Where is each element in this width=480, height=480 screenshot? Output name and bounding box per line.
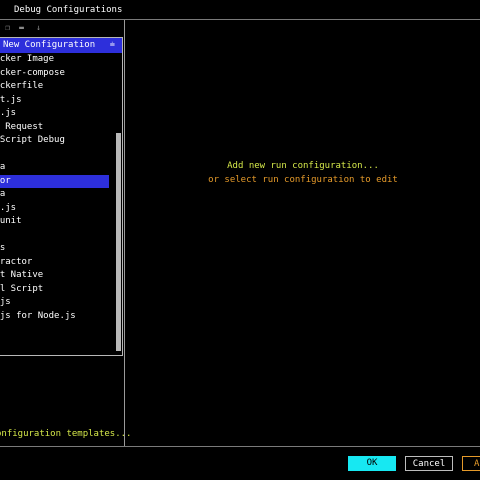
- configuration-type-label: TP Request: [0, 121, 44, 132]
- configuration-type-label: teor: [0, 175, 11, 186]
- popup-header[interactable]: New Configuration ⩧: [0, 38, 122, 53]
- add-configuration-hint[interactable]: Add new run configuration...: [126, 161, 480, 171]
- list-scrollbar[interactable]: [114, 53, 122, 355]
- select-configuration-hint: or select run configuration to edit: [208, 175, 398, 185]
- configuration-type-label: Dockerfile: [0, 81, 44, 91]
- popup-header-label: New Configuration: [3, 40, 96, 50]
- apply-button[interactable]: A: [462, 456, 480, 471]
- configuration-type-label: otractor: [0, 256, 33, 267]
- dialog-buttons: OK Cancel A: [0, 446, 480, 480]
- configuration-type-item[interactable]: de.js: [0, 202, 109, 216]
- configuration-type-item[interactable]: cha: [0, 188, 109, 202]
- copy-icon[interactable]: ❐: [3, 23, 12, 32]
- configuration-type-list: Docker Image Docker-compose Dockerfile unt.…: [0, 53, 109, 355]
- configuration-type-item[interactable]: otractor: [0, 256, 109, 270]
- configuration-type-label: Docker-compose: [0, 67, 65, 78]
- new-configuration-popup: New Configuration ⩧ Docker Image Docker-c…: [0, 37, 123, 356]
- configuration-type-item[interactable]: vaScript Debug: [0, 134, 109, 148]
- configuration-type-item[interactable]: m: [0, 229, 109, 243]
- configuration-type-label: lp.js: [0, 108, 17, 118]
- configuration-type-item[interactable]: Docker Image: [0, 53, 109, 67]
- configuration-type-item[interactable]: Docker-compose: [0, 67, 109, 81]
- collapse-icon[interactable]: ⩧: [110, 38, 115, 53]
- configuration-templates-link[interactable]: onfiguration templates...: [0, 429, 131, 439]
- cancel-button[interactable]: Cancel: [405, 456, 453, 471]
- configuration-type-label: cha: [0, 189, 6, 199]
- configuration-type-label: act Native: [0, 270, 44, 280]
- configuration-type-item[interactable]: y-js for Node.js: [0, 310, 109, 324]
- scrollbar-thumb[interactable]: [116, 133, 121, 351]
- sort-icon[interactable]: ↓: [34, 23, 43, 32]
- configuration-type-label: ell Script: [0, 283, 44, 294]
- configuration-type-item[interactable]: deunit: [0, 215, 109, 229]
- debug-configurations-window: Debug Configurations ❐ ▬ ↓ New Configura…: [0, 0, 480, 480]
- configuration-type-item[interactable]: act Native: [0, 269, 109, 283]
- folder-icon[interactable]: ▬: [17, 23, 26, 32]
- window-title: Debug Configurations: [0, 0, 480, 20]
- configuration-editor: Add new run configuration... or select r…: [126, 20, 480, 446]
- configuration-type-label: de.js: [0, 202, 17, 213]
- configuration-type-label: y-js: [0, 297, 11, 307]
- configuration-type-label: y-js for Node.js: [0, 310, 76, 321]
- configuration-type-label: .js: [0, 243, 6, 253]
- configuration-type-label: unt.js: [0, 94, 22, 105]
- configuration-type-item[interactable]: LT: [0, 323, 109, 337]
- configuration-type-label: rma: [0, 162, 6, 172]
- configuration-type-label: vaScript Debug: [0, 135, 65, 145]
- configurations-panel: ❐ ▬ ↓ New Configuration ⩧ Docker ImageDo…: [0, 20, 131, 446]
- configuration-type-label: Docker Image: [0, 54, 55, 64]
- configuration-type-item[interactable]: ell Script: [0, 283, 109, 297]
- configuration-type-item[interactable]: st: [0, 148, 109, 162]
- configuration-type-item[interactable]: y-js: [0, 296, 109, 310]
- configuration-type-item[interactable]: unt.js: [0, 94, 109, 108]
- configuration-type-item[interactable]: rma: [0, 161, 109, 175]
- configuration-type-item[interactable]: .js: [0, 242, 109, 256]
- configurations-toolbar: ❐ ▬ ↓: [0, 20, 124, 36]
- configuration-type-item[interactable]: Dockerfile: [0, 80, 109, 94]
- ok-button[interactable]: OK: [348, 456, 396, 471]
- configuration-type-item[interactable]: lp.js: [0, 107, 109, 121]
- configuration-type-label: deunit: [0, 216, 22, 226]
- configuration-type-item[interactable]: teor: [0, 174, 109, 188]
- configuration-type-item[interactable]: TP Request: [0, 121, 109, 135]
